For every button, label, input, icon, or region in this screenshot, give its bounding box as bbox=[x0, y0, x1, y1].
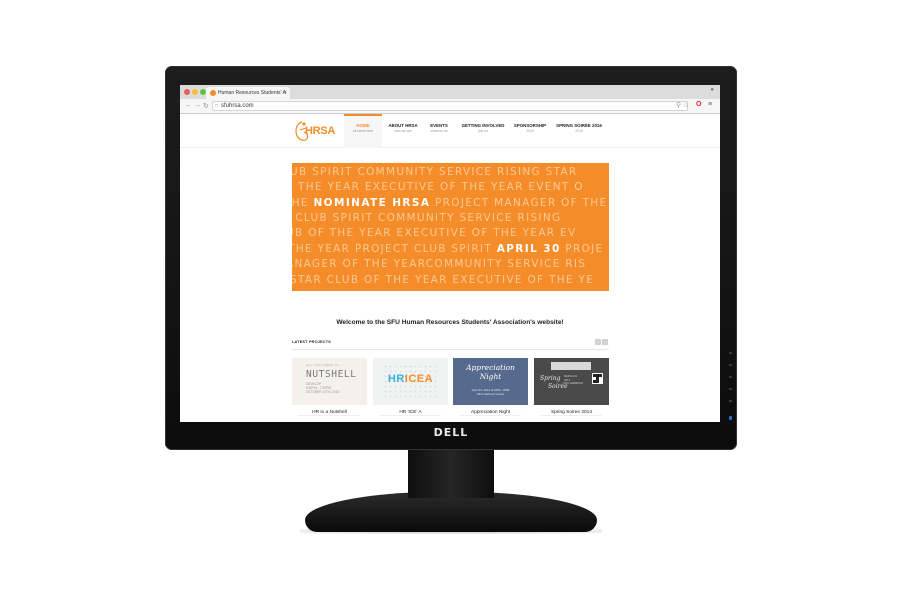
tab-close-icon[interactable]: × bbox=[283, 87, 287, 99]
nav-label: EVENTS bbox=[430, 123, 448, 128]
site-favicon-icon bbox=[210, 90, 216, 96]
thumbnail-title: Spring bbox=[540, 375, 561, 382]
slider-next-button[interactable]: › bbox=[602, 339, 608, 345]
close-window-icon[interactable] bbox=[184, 89, 190, 95]
reload-icon[interactable]: ↻ bbox=[203, 102, 209, 110]
banner-text-line: R CLUB SPIRIT COMMUNITY SERVICE RISING bbox=[292, 212, 562, 224]
nav-label: ABOUT HRSA bbox=[388, 123, 418, 128]
card-divider bbox=[540, 415, 602, 416]
nominate-headline: NOMINATE HRSA bbox=[313, 197, 431, 209]
site-header: HRSA HOME all starts here ABOUT HRSA who… bbox=[180, 114, 720, 148]
nav-getting-involved[interactable]: GETTING INVOLVED join us bbox=[458, 114, 508, 148]
thumbnail-banner bbox=[551, 362, 591, 370]
nav-about[interactable]: ABOUT HRSA who we are bbox=[384, 114, 422, 148]
nav-sublabel: all starts here bbox=[352, 129, 374, 133]
project-thumbnail-spring-soiree[interactable]: Spring Soirée MARCH 22 2014 SFU HARBOUR bbox=[534, 358, 609, 405]
banner-text-line: STAR CLUB OF THE YEAR EXECUTIVE OF THE Y… bbox=[292, 274, 595, 286]
browser-tab-bar: Human Resources Students' A × ● bbox=[180, 85, 720, 99]
forward-arrow-icon[interactable]: → bbox=[194, 102, 201, 109]
thumbnail-meta: MARCH 22 2014 SFU HARBOUR bbox=[564, 375, 583, 386]
slider-prev-button[interactable]: ‹ bbox=[595, 339, 601, 345]
nav-sublabel: join us bbox=[478, 129, 488, 133]
nav-sponsorship[interactable]: SPONSORSHIP 2015 bbox=[510, 114, 550, 148]
thumbnail-text: ALL YOU NEED IS... bbox=[306, 363, 343, 367]
banner-text-line: THE NOMINATE HRSA PROJECT MANAGER OF THE bbox=[292, 197, 608, 209]
nav-home[interactable]: HOME all starts here bbox=[344, 114, 382, 148]
nav-label: SPONSORSHIP bbox=[513, 123, 547, 128]
deadline-headline: APRIL 30 bbox=[496, 243, 561, 255]
latest-projects-heading: LATEST PROJECTS bbox=[292, 340, 332, 344]
opera-extension-icon[interactable]: O bbox=[696, 101, 701, 108]
card-divider bbox=[459, 415, 521, 416]
nav-sublabel: 2016 bbox=[575, 129, 583, 133]
thumbnail-title: Appreciation bbox=[466, 363, 515, 372]
card-divider bbox=[298, 415, 360, 416]
back-arrow-icon[interactable]: ← bbox=[185, 102, 192, 109]
page-icon: □ bbox=[215, 103, 219, 109]
monitor-screen: Human Resources Students' A × ● ← → ↻ □ … bbox=[180, 85, 720, 422]
thumbnail-title: NUTSHELL bbox=[306, 369, 357, 380]
welcome-heading: Welcome to the SFU Human Resources Stude… bbox=[336, 319, 564, 326]
qr-code-icon bbox=[592, 373, 603, 384]
nav-spring-soiree[interactable]: SPRING SOIRÉE 2016 2016 bbox=[552, 114, 606, 148]
power-indicator[interactable] bbox=[729, 416, 732, 420]
monitor-menu-button[interactable] bbox=[729, 376, 732, 378]
nav-sublabel: what we do bbox=[430, 129, 448, 133]
nav-sublabel: 2015 bbox=[526, 129, 534, 133]
nav-label: SPRING SOIRÉE 2016 bbox=[556, 123, 602, 128]
photo-stage: DELL Human Resources Students' A × ● ← →… bbox=[0, 0, 900, 604]
project-thumbnail-appreciation-night[interactable]: Appreciation Night April 24, 2014 at 5PM… bbox=[453, 358, 528, 405]
logo-text[interactable]: HRSA bbox=[305, 125, 335, 137]
bookmark-star-icon[interactable]: ☆ bbox=[683, 101, 689, 109]
monitor-stand-neck bbox=[408, 450, 494, 498]
monitor-menu-button[interactable] bbox=[729, 364, 732, 366]
project-thumbnail-hr-icea[interactable]: HRICEA bbox=[373, 358, 448, 405]
monitor-menu-button[interactable] bbox=[729, 400, 732, 402]
dell-logo: DELL bbox=[433, 426, 469, 439]
nav-sublabel: who we are bbox=[394, 129, 412, 133]
thumbnail-meta: April 24, 2014 at 5PM - 8PM SFU Harbour … bbox=[471, 388, 510, 397]
banner-text-line: ANAGER OF THE YEARCOMMUNITY SERVICE RIS bbox=[292, 258, 587, 270]
browser-tab[interactable]: Human Resources Students' A × bbox=[206, 87, 290, 99]
banner-text-line: F THE YEAR EXECUTIVE OF THE YEAR EVENT O bbox=[292, 181, 584, 193]
monitor-menu-button[interactable] bbox=[729, 388, 732, 390]
minimize-window-icon[interactable] bbox=[192, 89, 198, 95]
thumbnail-meta: DEVELOP 5:30PM - 7:30PM OCTOBER 14TH, 20… bbox=[306, 382, 340, 395]
thumbnail-title: Night bbox=[479, 372, 502, 381]
project-thumbnail-nutshell[interactable]: ALL YOU NEED IS... NUTSHELL DEVELOP 5:30… bbox=[292, 358, 367, 405]
section-divider bbox=[292, 349, 609, 350]
nav-label: GETTING INVOLVED bbox=[461, 123, 505, 128]
card-divider bbox=[379, 415, 441, 416]
monitor-menu-button[interactable] bbox=[729, 352, 732, 354]
banner-text-line: UB OF THE YEAR EXECUTIVE OF THE YEAR EV bbox=[292, 227, 577, 239]
nav-label: HOME bbox=[356, 123, 370, 128]
thumbnail-title: HRICEA bbox=[387, 373, 434, 385]
tab-title: Human Resources Students' A bbox=[218, 90, 286, 96]
window-user-icon[interactable]: ● bbox=[710, 87, 714, 93]
banner-text-line: UB SPIRIT COMMUNITY SERVICE RISING STAR bbox=[292, 166, 578, 178]
banner-text-line: THE YEAR PROJECT CLUB SPIRIT APRIL 30 PR… bbox=[292, 243, 604, 255]
url-text: sfuhrsa.com bbox=[221, 103, 254, 109]
menu-icon[interactable]: ≡ bbox=[708, 101, 712, 108]
address-bar[interactable]: □ sfuhrsa.com bbox=[212, 101, 688, 111]
search-icon[interactable]: ⚲ bbox=[676, 101, 681, 109]
nav-events[interactable]: EVENTS what we do bbox=[424, 114, 454, 148]
hero-banner[interactable]: UB SPIRIT COMMUNITY SERVICE RISING STAR … bbox=[292, 163, 609, 291]
browser-toolbar: ← → ↻ □ sfuhrsa.com ⚲ ☆ O ≡ bbox=[180, 99, 720, 114]
monitor-stand-base bbox=[305, 492, 597, 532]
